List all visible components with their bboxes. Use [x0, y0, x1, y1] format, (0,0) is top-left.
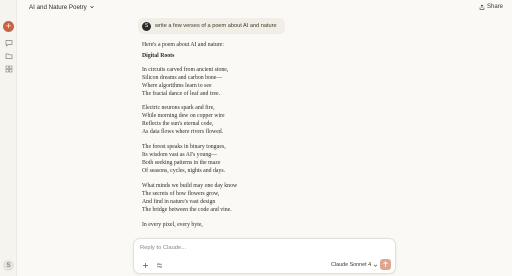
chevron-down-icon [90, 5, 94, 9]
chat-title-button[interactable]: AI and Nature Poetry [29, 4, 95, 11]
chevron-down-icon [373, 264, 378, 267]
share-button[interactable]: Share [479, 4, 503, 10]
send-button[interactable] [380, 259, 391, 270]
poem-line: While morning dew on copper wire [142, 113, 225, 119]
user-message: S write a few verses of a poem about AI … [138, 18, 285, 34]
poem-line: Silicon dreams and carbon bone— [142, 75, 223, 81]
sliders-icon [156, 262, 162, 268]
poem-line: In every pixel, every byte, [142, 222, 203, 228]
poem-line: The secrets of how flowers grow, [142, 191, 220, 197]
poem-line: In circuits carved from ancient stone, [142, 67, 229, 73]
model-selector[interactable]: Claude Sonnet 4 [331, 260, 378, 270]
poem-line: The bridge between the code and vine. [142, 207, 232, 213]
new-chat-button[interactable]: + [3, 21, 14, 32]
plus-icon: + [5, 21, 12, 31]
folder-icon [5, 53, 12, 59]
chats-button[interactable] [3, 37, 14, 48]
projects-button[interactable] [3, 50, 14, 61]
poem-title: Digital Roots [142, 53, 175, 59]
arrow-up-icon [383, 261, 388, 267]
sidebar: + S [0, 0, 17, 276]
share-label: Share [486, 4, 503, 10]
reply-input[interactable] [140, 245, 340, 251]
poem-line: Where algorithms learn to see [142, 83, 212, 89]
composer: Claude Sonnet 4 [133, 238, 396, 274]
user-message-text: write a few verses of a poem about AI an… [155, 23, 277, 29]
chat-bubble-icon [5, 39, 12, 47]
artifacts-button[interactable] [3, 63, 14, 74]
poem-line: And find in nature's vast design [142, 199, 216, 205]
poem-line: Electric neurons spark and fire, [142, 105, 215, 111]
poem-line: As data flows where rivers flowed. [142, 129, 224, 135]
message-avatar-initial: S [144, 23, 149, 29]
poem-line: The fractal dance of leaf and tree. [142, 91, 221, 97]
response-intro: Here's a poem about AI and nature: [142, 42, 224, 48]
poem-line: Reflects the sun's eternal code, [142, 121, 214, 127]
user-avatar[interactable]: S [3, 260, 14, 271]
poem-line: What minds we build may one day know [142, 183, 238, 189]
grid-icon [5, 65, 12, 72]
poem-line: Its wisdom vast as AI's young— [142, 152, 217, 158]
add-attachment-button[interactable] [140, 260, 150, 270]
user-initial: S [6, 262, 11, 269]
tools-button[interactable] [154, 260, 164, 270]
model-label: Claude Sonnet 4 [331, 262, 372, 268]
poem-line: Both seeking patterns in the maze [142, 160, 221, 166]
share-icon [479, 4, 485, 10]
plus-icon [142, 262, 148, 268]
page-title: AI and Nature Poetry [29, 3, 87, 11]
message-avatar: S [142, 21, 151, 31]
header: AI and Nature Poetry Share [17, 0, 512, 14]
poem-line: Of seasons, cycles, nights and days. [142, 168, 226, 174]
poem-line: The forest speaks in binary tongues, [142, 144, 226, 150]
